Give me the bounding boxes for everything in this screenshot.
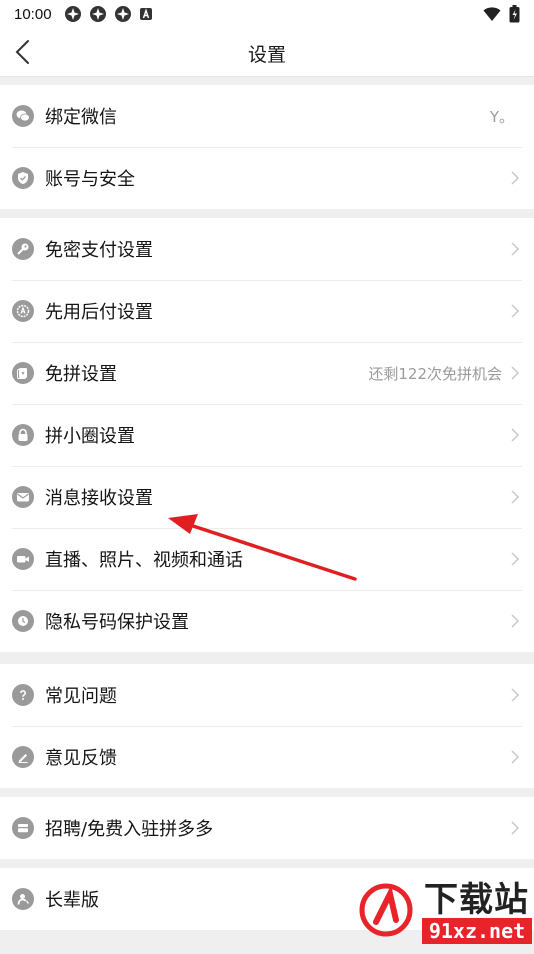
wechat-nickname: Y。 bbox=[489, 107, 514, 126]
status-time: 10:00 bbox=[14, 5, 52, 23]
free-group-remaining: 还剩122次免拼机会 bbox=[368, 364, 502, 383]
page-title: 设置 bbox=[247, 44, 286, 66]
watermark: 下载站 91xz.net bbox=[354, 870, 534, 950]
app-notification-icon bbox=[114, 6, 131, 22]
settings-item-recruit-join[interactable]: 招聘/免费入驻拼多多 bbox=[0, 797, 534, 859]
settings-item-faq[interactable]: 常见问题 bbox=[0, 664, 534, 726]
settings-item-pay-later[interactable]: 先用后付设置 bbox=[0, 280, 534, 342]
settings-item-password-free-payment[interactable]: 免密支付设置 bbox=[0, 218, 534, 280]
settings-item-bind-wechat[interactable]: 绑定微信 Y。 bbox=[0, 85, 534, 147]
chevron-right-icon bbox=[511, 242, 520, 256]
shield-icon bbox=[12, 167, 34, 189]
app-notification-icon bbox=[89, 6, 106, 22]
settings-item-label: 账号与安全 bbox=[45, 169, 135, 190]
question-icon bbox=[12, 684, 34, 706]
chevron-right-icon bbox=[511, 366, 520, 380]
edit-icon bbox=[12, 746, 34, 768]
wechat-icon bbox=[12, 105, 34, 127]
chevron-right-icon bbox=[511, 821, 520, 835]
settings-item-label: 直播、照片、视频和通话 bbox=[45, 550, 243, 571]
settings-item-label: 长辈版 bbox=[45, 890, 99, 911]
key-icon bbox=[12, 238, 34, 260]
notification-icons bbox=[64, 5, 153, 23]
settings-section-help: 常见问题 意见反馈 bbox=[0, 664, 534, 788]
chevron-right-icon bbox=[511, 171, 520, 185]
mail-icon bbox=[12, 486, 34, 508]
phone-icon bbox=[12, 610, 34, 632]
settings-item-account-security[interactable]: 账号与安全 bbox=[0, 147, 534, 209]
battery-icon bbox=[509, 5, 520, 23]
video-icon bbox=[12, 548, 34, 570]
settings-item-privacy-number[interactable]: 隐私号码保护设置 bbox=[0, 590, 534, 652]
chevron-right-icon bbox=[511, 688, 520, 702]
a-badge-icon bbox=[139, 8, 152, 20]
settings-item-label: 隐私号码保护设置 bbox=[45, 612, 189, 633]
chevron-right-icon bbox=[511, 304, 520, 318]
settings-item-message-receiving[interactable]: 消息接收设置 bbox=[0, 466, 534, 528]
wifi-icon bbox=[483, 7, 501, 21]
settings-item-label: 免拼设置 bbox=[45, 364, 117, 385]
app-notification-icon bbox=[64, 6, 81, 22]
elder-icon bbox=[12, 888, 34, 910]
chevron-right-icon bbox=[511, 490, 520, 504]
chevron-right-icon bbox=[511, 750, 520, 764]
watermark-text: 下载站 bbox=[424, 880, 529, 920]
settings-item-label: 常见问题 bbox=[45, 686, 117, 707]
settings-item-label: 意见反馈 bbox=[45, 748, 117, 769]
badge-icon bbox=[12, 300, 34, 322]
watermark-domain: 91xz.net bbox=[422, 918, 532, 944]
settings-item-label: 免密支付设置 bbox=[45, 240, 153, 261]
lock-icon bbox=[12, 424, 34, 446]
status-right bbox=[483, 5, 520, 23]
status-bar: 10:00 bbox=[0, 0, 534, 28]
settings-item-label: 先用后付设置 bbox=[45, 302, 153, 323]
settings-item-label: 消息接收设置 bbox=[45, 488, 153, 509]
settings-section-account: 绑定微信 Y。 账号与安全 bbox=[0, 85, 534, 209]
card-icon bbox=[12, 362, 34, 384]
settings-item-pin-circle[interactable]: 拼小圈设置 bbox=[0, 404, 534, 466]
chevron-right-icon bbox=[511, 552, 520, 566]
settings-item-free-group[interactable]: 免拼设置 还剩122次免拼机会 bbox=[0, 342, 534, 404]
store-icon bbox=[12, 817, 34, 839]
chevron-right-icon bbox=[511, 428, 520, 442]
settings-section-features: 免密支付设置 先用后付设置 免拼设置 还剩122次免拼机会 拼小圈设置 消息接收… bbox=[0, 218, 534, 652]
chevron-right-icon bbox=[511, 614, 520, 628]
settings-item-label: 拼小圈设置 bbox=[45, 426, 135, 447]
settings-section-recruit: 招聘/免费入驻拼多多 bbox=[0, 797, 534, 859]
settings-item-label: 招聘/免费入驻拼多多 bbox=[45, 819, 214, 840]
settings-item-feedback[interactable]: 意见反馈 bbox=[0, 726, 534, 788]
settings-item-label: 绑定微信 bbox=[45, 107, 117, 128]
settings-item-live-photo-video-call[interactable]: 直播、照片、视频和通话 bbox=[0, 528, 534, 590]
navigation-bar: 设置 bbox=[0, 28, 534, 77]
